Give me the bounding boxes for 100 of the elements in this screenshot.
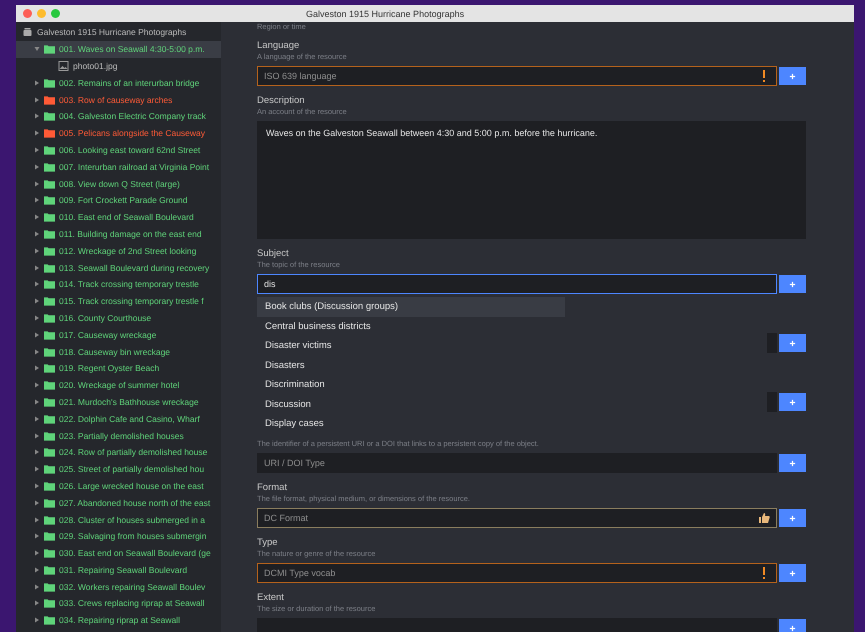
plus-icon	[789, 280, 796, 288]
suggestion-item[interactable]: Disasters	[257, 356, 767, 375]
tree-item[interactable]: 011. Building damage on the east end	[16, 226, 221, 242]
tree-item[interactable]: 008. View down Q Street (large)	[16, 175, 221, 192]
tree-item[interactable]: 012. Wreckage of 2nd Street looking	[16, 242, 221, 260]
tree-item[interactable]: 020. Wreckage of summer hotel	[16, 376, 221, 394]
disclosure-triangle-icon[interactable]	[34, 248, 40, 254]
disclosure-triangle-icon[interactable]	[34, 214, 40, 220]
tree-item[interactable]: 024. Row of partially demolished house	[16, 444, 221, 461]
disclosure-triangle-icon[interactable]	[34, 113, 40, 120]
disclosure-triangle-icon[interactable]	[34, 46, 40, 52]
close-button[interactable]	[23, 9, 32, 18]
suggestion-item[interactable]: Discussion	[257, 394, 767, 414]
disclosure-triangle-icon[interactable]	[34, 130, 40, 136]
field-label: Format	[257, 482, 288, 494]
disclosure-triangle-icon[interactable]	[34, 332, 40, 338]
disclosure-triangle-icon[interactable]	[34, 197, 40, 204]
tree-item[interactable]: 015. Track crossing temporary trestle f	[16, 292, 221, 310]
suggestion-item[interactable]: Display cases	[257, 414, 767, 434]
tree-item[interactable]: 013. Seawall Boulevard during recovery	[16, 259, 221, 276]
disclosure-triangle-icon[interactable]	[34, 482, 40, 489]
tree-item[interactable]: 001. Waves on Seawall 4:30-5:00 p.m.	[16, 40, 221, 58]
text-field[interactable]: DCMI Type vocab	[257, 563, 777, 583]
plus-icon	[789, 570, 796, 576]
image-file-icon	[58, 60, 69, 71]
disclosure-triangle-icon[interactable]	[34, 516, 40, 522]
disclosure-triangle-icon[interactable]	[34, 314, 40, 321]
disclosure-triangle-icon[interactable]	[34, 146, 40, 153]
disclosure-triangle-icon[interactable]	[34, 533, 40, 540]
tree-item[interactable]: 031. Repairing Seawall Boulevard	[16, 562, 221, 578]
tree-item[interactable]: 014. Track crossing temporary trestle	[16, 276, 221, 293]
tree-item[interactable]: 032. Workers repairing Seawall Boulev	[16, 578, 221, 596]
tree-item[interactable]: 006. Looking east toward 62nd Street	[16, 142, 221, 158]
disclosure-triangle-icon[interactable]	[34, 398, 40, 405]
field-label: Subject	[257, 248, 290, 260]
tree-item[interactable]: 007. Interurban railroad at Virginia Point	[16, 158, 221, 176]
tree-root-label[interactable]: Galveston 1915 Hurricane Photographs	[37, 27, 186, 38]
disclosure-triangle-icon[interactable]	[34, 348, 40, 355]
disclosure-triangle-icon[interactable]	[34, 466, 40, 472]
tree-item[interactable]: 033. Crews replacing riprap at Seawall	[16, 595, 221, 612]
text-field[interactable]: URI / DOI Type	[257, 453, 777, 473]
disclosure-triangle-icon[interactable]	[34, 365, 40, 372]
tree-item[interactable]: 028. Cluster of houses submerged in a	[16, 511, 221, 528]
tree-item[interactable]: 026. Large wrecked house on the east	[16, 478, 221, 494]
tree-item[interactable]: 017. Causeway wreckage	[16, 326, 221, 344]
plus-icon	[789, 340, 796, 346]
collection-icon	[22, 27, 33, 38]
suggestion-item[interactable]: Book clubs (Discussion groups)	[257, 297, 565, 316]
tree-item[interactable]: 005. Pelicans alongside the Causeway	[16, 124, 221, 142]
tree-item[interactable]: 021. Murdoch's Bathhouse wreckage	[16, 394, 221, 410]
tree-item[interactable]: 029. Salvaging from houses submergin	[16, 528, 221, 545]
plus-icon	[789, 514, 796, 522]
tree-item[interactable]: 002. Remains of an interurban bridge	[16, 74, 221, 92]
tree-item[interactable]: 023. Partially demolished houses	[16, 427, 221, 444]
tree-item[interactable]: 027. Abandoned house north of the east	[16, 494, 221, 512]
disclosure-triangle-icon[interactable]	[34, 432, 40, 439]
suggestion-item[interactable]: Disaster victims	[257, 336, 767, 356]
disclosure-triangle-icon[interactable]	[34, 164, 40, 170]
disclosure-triangle-icon[interactable]	[34, 281, 40, 288]
add-button[interactable]	[779, 619, 806, 632]
field-label: Extent	[257, 592, 285, 604]
disclosure-triangle-icon[interactable]	[34, 382, 40, 388]
tree-item[interactable]: 019. Regent Oyster Beach	[16, 360, 221, 377]
disclosure-triangle-icon[interactable]	[34, 298, 40, 304]
plus-icon	[789, 460, 796, 466]
tree-item[interactable]: 018. Causeway bin wreckage	[16, 343, 221, 360]
tree-item[interactable]: 034. Repairing riprap at Seawall	[16, 612, 221, 629]
tree-item[interactable]: 022. Dolphin Cafe and Casino, Wharf	[16, 410, 221, 428]
description-textarea[interactable]: Waves on the Galveston Seawall between 4:30 and 5:00 p.m. before the hurricane.	[257, 121, 806, 239]
suggestion-item[interactable]: Discrimination	[257, 375, 767, 394]
disclosure-triangle-icon[interactable]	[34, 96, 40, 103]
disclosure-triangle-icon[interactable]	[34, 500, 40, 506]
text-field[interactable]: ISO 639 language	[257, 66, 777, 86]
disclosure-triangle-icon[interactable]	[34, 80, 40, 86]
tree-item[interactable]: 016. County Courthouse	[16, 310, 221, 326]
disclosure-triangle-icon[interactable]	[34, 600, 40, 606]
tree-item[interactable]: 004. Galveston Electric Company track	[16, 108, 221, 125]
disclosure-triangle-icon[interactable]	[34, 449, 40, 456]
disclosure-triangle-icon[interactable]	[34, 566, 40, 573]
tree-item[interactable]: 010. East end of Seawall Boulevard	[16, 208, 221, 226]
plus-icon	[789, 72, 796, 80]
disclosure-triangle-icon[interactable]	[34, 617, 40, 624]
disclosure-triangle-icon[interactable]	[34, 180, 40, 187]
field-label: Description	[257, 95, 306, 107]
disclosure-triangle-icon[interactable]	[34, 264, 40, 271]
suggestion-item[interactable]: Central business districts	[257, 316, 767, 336]
plus-icon	[789, 398, 796, 406]
disclosure-triangle-icon[interactable]	[34, 416, 40, 422]
tree-item[interactable]: 003. Row of causeway arches	[16, 91, 221, 108]
tree-item[interactable]: 009. Fort Crockett Parade Ground	[16, 192, 221, 209]
tree-item[interactable]: 030. East end on Seawall Boulevard (ge	[16, 544, 221, 562]
field-label: Language	[257, 40, 300, 52]
text-field[interactable]: dis	[257, 274, 777, 294]
file-label[interactable]: photo01.jpg	[73, 60, 118, 71]
tree-item[interactable]: 025. Street of partially demolished hou	[16, 460, 221, 478]
disclosure-triangle-icon[interactable]	[34, 550, 40, 556]
text-field[interactable]: DC Format	[257, 508, 777, 528]
field-label: Type	[257, 537, 279, 549]
disclosure-triangle-icon[interactable]	[34, 584, 40, 590]
disclosure-triangle-icon[interactable]	[34, 230, 40, 237]
